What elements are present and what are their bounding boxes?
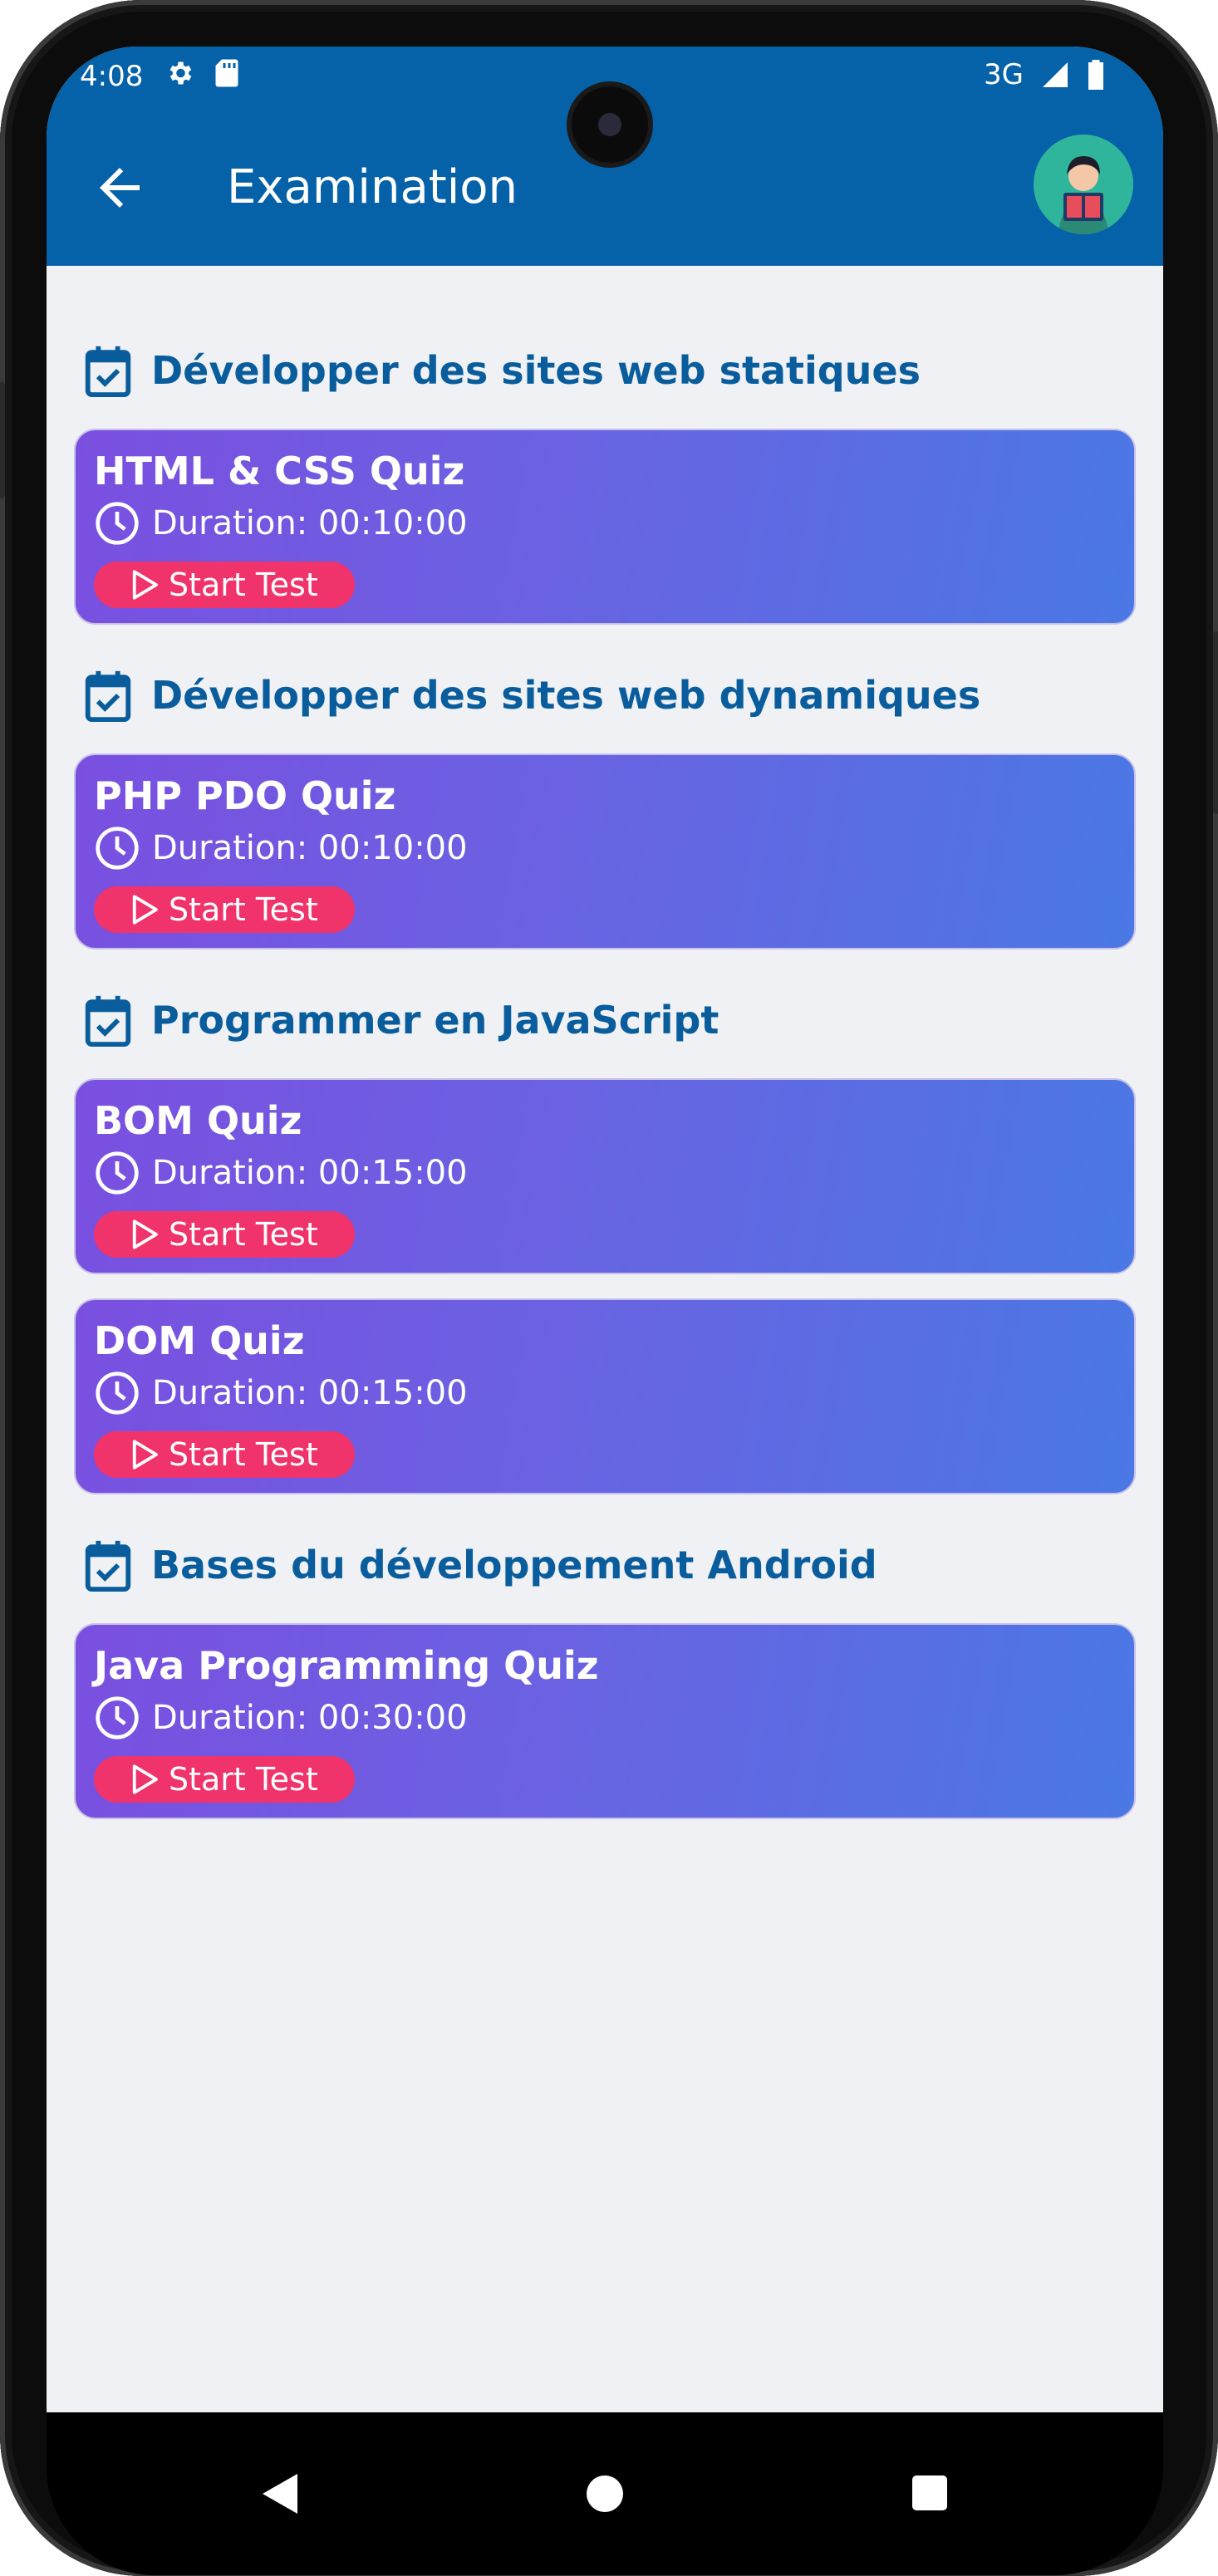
- start-test-button[interactable]: Start Test: [94, 1431, 355, 1478]
- signal-icon: [1043, 62, 1068, 87]
- quiz-title: Java Programming Quiz: [94, 1643, 599, 1688]
- start-test-button[interactable]: Start Test: [94, 1756, 355, 1803]
- calendar-check-icon: [85, 1540, 131, 1592]
- quiz-duration-text: Duration: 00:10:00: [152, 829, 468, 867]
- status-time: 4:08: [80, 60, 144, 93]
- start-test-label: Start Test: [169, 567, 318, 603]
- clock-icon: [96, 1151, 139, 1195]
- quiz-duration: Duration: 00:10:00: [94, 825, 468, 871]
- start-test-button[interactable]: Start Test: [94, 562, 355, 608]
- start-test-label: Start Test: [169, 1216, 318, 1253]
- reading-student-icon: [1034, 135, 1133, 234]
- play-icon: [132, 1764, 158, 1794]
- quiz-duration-text: Duration: 00:15:00: [152, 1374, 468, 1412]
- quiz-duration: Duration: 00:15:00: [94, 1150, 468, 1196]
- square-recents-icon[interactable]: [911, 2474, 949, 2512]
- quiz-card: HTML & CSS Quiz Duration: 00:10:00 Start…: [74, 429, 1136, 625]
- clock-icon: [96, 1371, 139, 1415]
- quiz-duration: Duration: 00:15:00: [94, 1370, 468, 1416]
- quiz-title: PHP PDO Quiz: [94, 773, 396, 818]
- quiz-duration: Duration: 00:30:00: [94, 1695, 468, 1741]
- quiz-duration-text: Duration: 00:15:00: [152, 1154, 468, 1192]
- section-title: Développer des sites web dynamiques: [151, 673, 981, 718]
- play-icon: [132, 1219, 158, 1249]
- screen: 4:08 3G Examination Développer des sites…: [47, 47, 1163, 2412]
- quiz-duration: Duration: 00:10:00: [94, 500, 468, 547]
- back-arrow-icon[interactable]: [90, 158, 150, 218]
- page-title: Examination: [227, 160, 518, 214]
- section-title: Bases du développement Android: [151, 1543, 877, 1587]
- sd-card-icon: [215, 59, 238, 87]
- volume-button: [0, 382, 5, 498]
- avatar[interactable]: [1034, 135, 1133, 234]
- quiz-title: HTML & CSS Quiz: [94, 449, 465, 493]
- quiz-card: DOM Quiz Duration: 00:15:00 Start Test: [74, 1298, 1136, 1494]
- network-type: 3G: [984, 58, 1024, 91]
- clock-icon: [96, 1696, 139, 1739]
- front-camera: [572, 86, 648, 163]
- start-test-button[interactable]: Start Test: [94, 886, 355, 933]
- calendar-check-icon: [85, 346, 131, 398]
- play-icon: [132, 895, 158, 925]
- quiz-title: DOM Quiz: [94, 1318, 305, 1363]
- section-title: Programmer en JavaScript: [151, 998, 720, 1043]
- quiz-card: Java Programming Quiz Duration: 00:30:00…: [74, 1623, 1136, 1819]
- clock-icon: [96, 827, 139, 870]
- section-header: Bases du développement Android: [83, 1532, 877, 1598]
- quiz-duration-text: Duration: 00:10:00: [152, 504, 468, 542]
- calendar-check-icon: [85, 995, 131, 1048]
- section-header: Développer des sites web dynamiques: [83, 662, 980, 729]
- quiz-card: PHP PDO Quiz Duration: 00:10:00 Start Te…: [74, 753, 1136, 949]
- power-button: [1213, 631, 1218, 814]
- battery-icon: [1088, 60, 1103, 90]
- section-header: Programmer en JavaScript: [83, 987, 719, 1053]
- play-icon: [132, 1440, 158, 1470]
- quiz-card: BOM Quiz Duration: 00:15:00 Start Test: [74, 1078, 1136, 1274]
- start-test-label: Start Test: [169, 1436, 318, 1473]
- section-header: Développer des sites web statiques: [83, 337, 921, 404]
- clock-icon: [96, 502, 139, 545]
- start-test-button[interactable]: Start Test: [94, 1211, 355, 1258]
- circle-home-icon[interactable]: [585, 2474, 625, 2514]
- system-nav-bar: [47, 2412, 1163, 2575]
- section-title: Développer des sites web statiques: [151, 348, 921, 393]
- play-icon: [132, 570, 158, 600]
- start-test-label: Start Test: [169, 891, 318, 928]
- settings-icon: [169, 61, 192, 85]
- triangle-back-icon[interactable]: [259, 2471, 301, 2517]
- quiz-title: BOM Quiz: [94, 1098, 302, 1143]
- quiz-duration-text: Duration: 00:30:00: [152, 1699, 468, 1737]
- calendar-check-icon: [85, 670, 131, 723]
- start-test-label: Start Test: [169, 1761, 318, 1798]
